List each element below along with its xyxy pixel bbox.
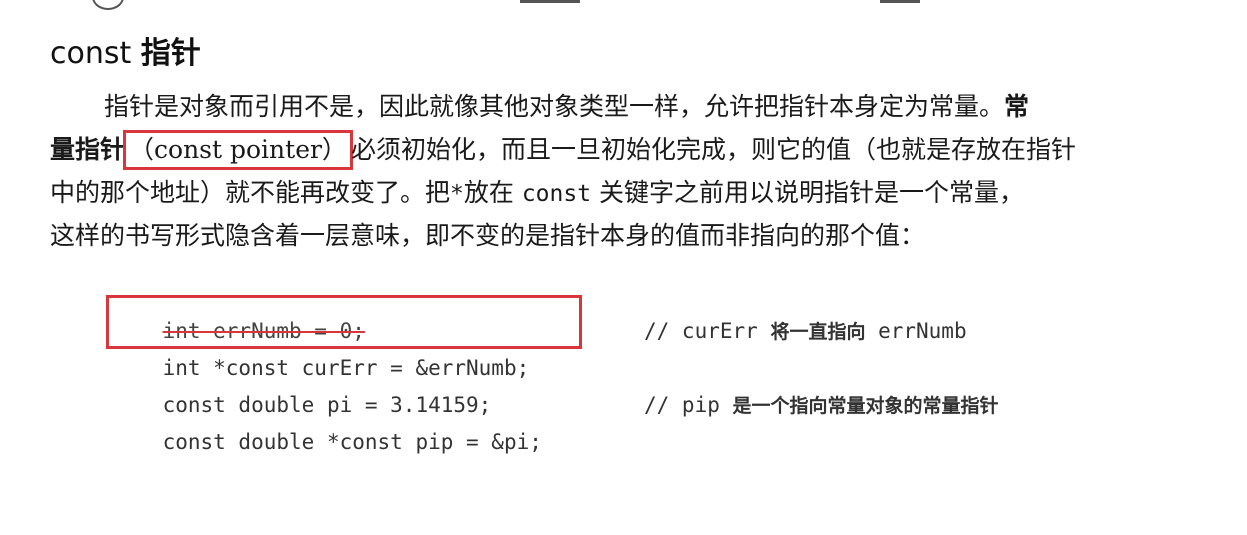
comment-chinese: 将一直指向 xyxy=(770,321,866,343)
code-comment: // pip 是一个指向常量对象的常量指针 xyxy=(644,387,999,425)
heading-latin: const xyxy=(50,36,141,71)
paragraph-line-3: 中的那个地址）就不能再改变了。把*放在 const 关键字之前用以说明指针是一个… xyxy=(50,171,1210,214)
inline-code: * xyxy=(450,181,464,207)
comment-code: // pip xyxy=(644,393,733,417)
paragraph-line-4: 这样的书写形式隐含着一层意味，即不变的是指针本身的值而非指向的那个值： xyxy=(50,214,1210,257)
code-text: const double *const pip = &pi; xyxy=(162,430,542,454)
term-bold-end: 量指针 xyxy=(50,135,126,164)
paragraph-text: 中的那个地址）就不能再改变了。把 xyxy=(50,178,451,207)
inline-code: const xyxy=(521,181,592,207)
paragraph-text: 放在 xyxy=(463,178,522,207)
section-heading: const 指针 xyxy=(50,28,201,72)
comment-chinese: 是一个指向常量对象的常量指针 xyxy=(732,395,999,417)
top-rule-fragment xyxy=(520,0,580,3)
code-line: int *const curErr = &errNumb; // curErr … xyxy=(112,313,967,380)
code-line: const double *const pip = &pi; // pip 是一… xyxy=(112,387,999,454)
paragraph-line-1: 指针是对象而引用不是，因此就像其他对象类型一样，允许把指针本身定为常量。常 xyxy=(50,85,1210,128)
partial-circle-glyph xyxy=(92,0,124,10)
code-comment: // curErr 将一直指向 errNumb xyxy=(644,313,967,351)
code-block: int errNumb = 0; int *const curErr = &er… xyxy=(112,276,999,454)
paragraph-text: 关键字之前用以说明指针是一个常量， xyxy=(591,178,1025,207)
paragraph-line-2: 量指针 （const pointer） 必须初始化，而且一旦初始化完成，则它的值（也… xyxy=(50,128,1210,171)
code-line: int errNumb = 0; xyxy=(112,276,542,343)
comment-code: // curErr xyxy=(644,319,771,343)
paragraph-text: 必须初始化，而且一旦初始化完成，则它的值（也就是存放在指针 xyxy=(350,135,1076,164)
top-page-remnant xyxy=(0,0,1247,10)
body-paragraph: 指针是对象而引用不是，因此就像其他对象类型一样，允许把指针本身定为常量。常 量指… xyxy=(50,85,1210,257)
top-rule-fragment xyxy=(880,0,920,3)
paragraph-text: 指针是对象而引用不是，因此就像其他对象类型一样，允许把指针本身定为常量。 xyxy=(104,92,1005,121)
highlighted-term-box: （const pointer） xyxy=(123,130,353,170)
comment-code: errNumb xyxy=(865,319,967,343)
code-line: const double pi = 3.14159; xyxy=(112,350,542,417)
heading-chinese: 指针 xyxy=(140,36,201,71)
term-bold-start: 常 xyxy=(1004,92,1030,121)
paragraph-text: 这样的书写形式隐含着一层意味，即不变的是指针本身的值而非指向的那个值： xyxy=(50,221,926,250)
